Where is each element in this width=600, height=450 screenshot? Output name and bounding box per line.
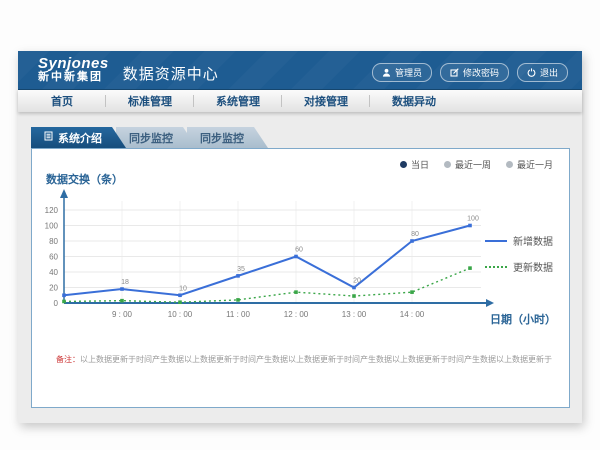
legend-label: 新增数据 — [513, 233, 553, 248]
y-axis-title: 数据交换（条） — [46, 171, 123, 187]
admin-user-label: 管理员 — [395, 66, 422, 79]
range-option-last-month[interactable]: 最近一月 — [506, 158, 553, 171]
time-range-filter: 当日 最近一周 最近一月 — [400, 158, 553, 171]
company-logo: Synjones 新中新集团 — [38, 56, 109, 83]
tab-label: 同步监控 — [129, 130, 173, 146]
radio-icon — [444, 161, 451, 168]
svg-text:80: 80 — [411, 231, 419, 238]
svg-text:100: 100 — [45, 222, 59, 231]
logout-icon — [527, 68, 536, 77]
tab-label: 同步监控 — [200, 130, 244, 146]
svg-text:10 : 00: 10 : 00 — [168, 310, 193, 319]
change-password-button[interactable]: 修改密码 — [440, 63, 509, 82]
radio-selected-icon — [400, 161, 407, 168]
svg-text:11 : 00: 11 : 00 — [226, 310, 250, 319]
svg-text:100: 100 — [467, 216, 479, 223]
x-axis-title: 日期（小时） — [490, 311, 556, 327]
svg-text:35: 35 — [237, 266, 245, 273]
svg-text:9 : 00: 9 : 00 — [112, 310, 133, 319]
app-header: Synjones 新中新集团 数据资源中心 管理员 修改密码 — [18, 51, 582, 90]
header-actions: 管理员 修改密码 退出 — [372, 59, 568, 82]
logo-primary-text: Synjones — [38, 56, 109, 72]
svg-text:20: 20 — [49, 284, 58, 293]
legend-item-updated-data[interactable]: 更新数据 — [485, 259, 553, 274]
exchange-line-chart: 0 20 40 60 80 100 120 9 : 00 10 : 00 11 : 00 12 : … — [37, 187, 557, 329]
document-icon — [44, 131, 53, 144]
radio-icon — [506, 161, 513, 168]
series-legend: 新增数据 更新数据 — [485, 233, 553, 274]
edit-icon — [450, 68, 459, 77]
tab-sync-monitor-2[interactable]: 同步监控 — [187, 127, 268, 148]
app-window: Synjones 新中新集团 数据资源中心 管理员 修改密码 — [18, 51, 582, 423]
svg-text:80: 80 — [49, 237, 58, 246]
svg-text:60: 60 — [295, 247, 303, 254]
logout-button[interactable]: 退出 — [517, 63, 568, 82]
logo-secondary-text: 新中新集团 — [38, 72, 109, 84]
svg-text:20: 20 — [353, 278, 361, 285]
tab-sync-monitor-1[interactable]: 同步监控 — [116, 127, 197, 148]
range-option-today[interactable]: 当日 — [400, 158, 429, 171]
user-icon — [382, 68, 391, 77]
range-option-last-week[interactable]: 最近一周 — [444, 158, 491, 171]
footnote: 备注：以上数据更新于时间产生数据以上数据更新于时间产生数据以上数据更新于时间产生… — [56, 354, 559, 365]
content-area: 系统介绍 同步监控 同步监控 当日 最近一周 — [18, 112, 582, 423]
footnote-prefix: 备注： — [56, 355, 80, 364]
svg-text:13 : 00: 13 : 00 — [342, 310, 367, 319]
solid-line-icon — [485, 240, 507, 242]
page-title: 数据资源中心 — [123, 57, 219, 84]
tab-system-intro[interactable]: 系统介绍 — [31, 127, 126, 148]
change-password-label: 修改密码 — [463, 66, 499, 79]
range-option-label: 最近一周 — [455, 158, 491, 171]
nav-item-system-mgmt[interactable]: 系统管理 — [194, 93, 282, 109]
nav-item-home[interactable]: 首页 — [18, 93, 106, 109]
svg-text:120: 120 — [45, 206, 59, 215]
footnote-text: 以上数据更新于时间产生数据以上数据更新于时间产生数据以上数据更新于时间产生数据以… — [80, 355, 552, 364]
logout-label: 退出 — [540, 66, 558, 79]
svg-text:14 : 00: 14 : 00 — [400, 310, 425, 319]
range-option-label: 当日 — [411, 158, 429, 171]
svg-text:12 : 00: 12 : 00 — [284, 310, 309, 319]
tab-label: 系统介绍 — [58, 130, 102, 146]
svg-text:60: 60 — [49, 253, 58, 262]
legend-item-new-data[interactable]: 新增数据 — [485, 233, 553, 248]
nav-item-interface-mgmt[interactable]: 对接管理 — [282, 93, 370, 109]
range-option-label: 最近一月 — [517, 158, 553, 171]
legend-label: 更新数据 — [513, 259, 553, 274]
nav-item-data-changes[interactable]: 数据异动 — [370, 93, 458, 109]
tab-strip: 系统介绍 同步监控 同步监控 — [31, 127, 268, 148]
nav-item-standard-mgmt[interactable]: 标准管理 — [106, 93, 194, 109]
svg-text:0: 0 — [54, 299, 59, 308]
svg-text:10: 10 — [179, 285, 187, 292]
svg-text:18: 18 — [121, 279, 129, 286]
dotted-line-icon — [485, 266, 507, 268]
svg-text:40: 40 — [49, 268, 58, 277]
admin-user-button[interactable]: 管理员 — [372, 63, 432, 82]
chart-panel: 当日 最近一周 最近一月 数据交换（条） 0 20 40 60 80 100 120 9 : … — [31, 148, 570, 408]
desktop-background: Synjones 新中新集团 数据资源中心 管理员 修改密码 — [0, 0, 600, 450]
main-nav: 首页 标准管理 系统管理 对接管理 数据异动 — [18, 90, 582, 112]
